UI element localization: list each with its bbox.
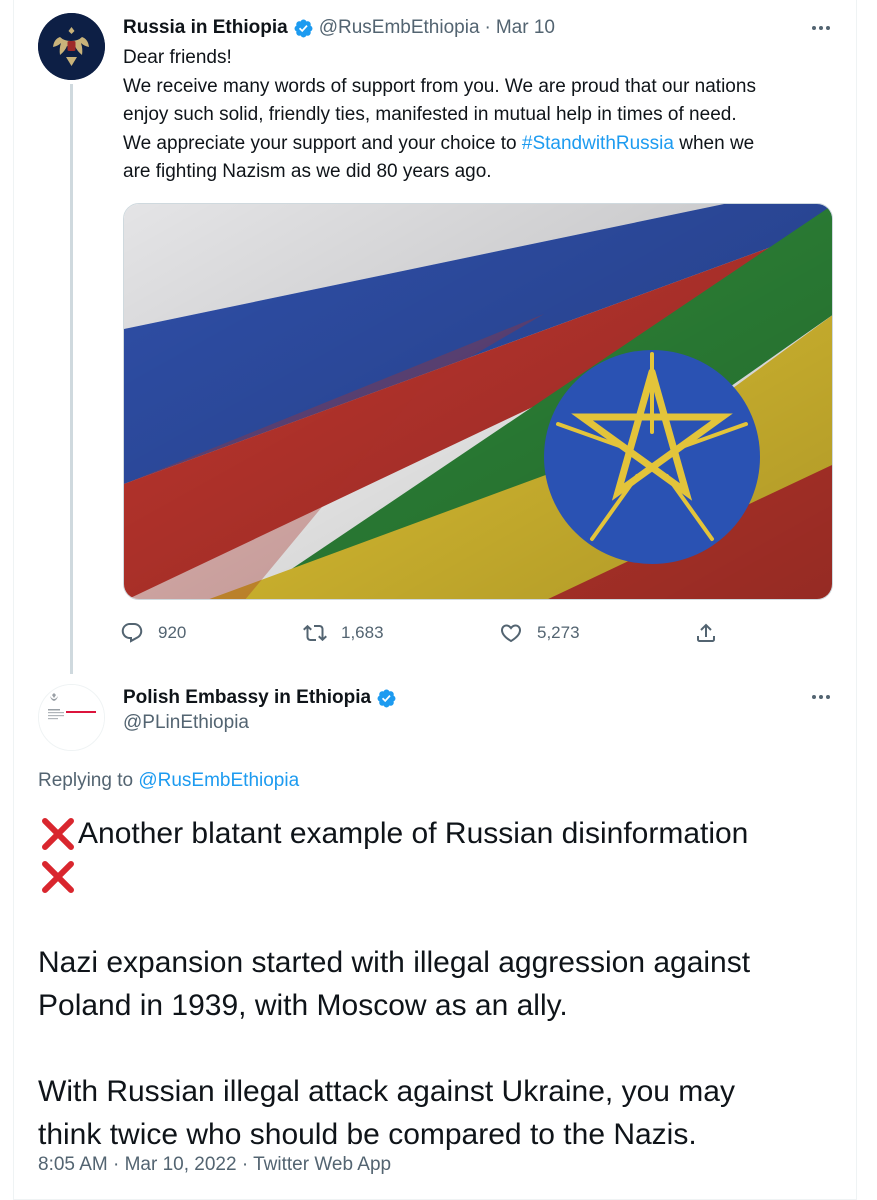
card-border-left xyxy=(13,0,14,1200)
avatar-polish-embassy[interactable] xyxy=(38,684,105,751)
tweet-text: Dear friends! We receive many words of s… xyxy=(123,44,838,187)
heart-icon xyxy=(500,624,522,643)
tweet-date[interactable]: Mar 10 xyxy=(496,17,555,39)
tweet-text-segment: We appreciate your support and your choi… xyxy=(123,132,522,154)
like-button[interactable]: 5,273 xyxy=(499,617,580,649)
author-name[interactable]: Russia in Ethiopia xyxy=(123,17,288,39)
reply-count: 920 xyxy=(158,623,187,642)
reply-text-segment: Another blatant example of Russian disin… xyxy=(78,817,749,850)
reply-text-line: Poland in 1939, with Moscow as an ally. xyxy=(38,989,568,1022)
more-options-icon[interactable] xyxy=(808,684,834,710)
reply-tweet-header: Polish Embassy in Ethiopia xyxy=(123,684,397,712)
share-button[interactable] xyxy=(694,617,718,649)
replying-to-label: Replying to xyxy=(38,770,139,791)
verified-badge-icon xyxy=(377,689,396,707)
thread-connector-line xyxy=(70,84,73,674)
reply-author-name[interactable]: Polish Embassy in Ethiopia xyxy=(123,687,371,709)
reply-text-line: Nazi expansion started with illegal aggr… xyxy=(38,946,751,979)
tweet-text-line: are fighting Nazism as we did 80 years a… xyxy=(123,161,492,182)
tweet-text-line: enjoy such solid, friendly ties, manifes… xyxy=(123,104,737,125)
like-count: 5,273 xyxy=(537,623,580,642)
more-options-icon[interactable] xyxy=(808,15,834,41)
reply-button[interactable]: 920 xyxy=(120,617,186,649)
eagle-emblem-icon xyxy=(38,13,105,80)
polish-embassy-logo-icon xyxy=(39,685,104,750)
reply-text-line: With Russian illegal attack against Ukra… xyxy=(38,1075,735,1108)
author-handle[interactable]: @RusEmbEthiopia xyxy=(319,17,480,39)
verified-badge-icon xyxy=(294,19,313,37)
reply-icon xyxy=(121,623,143,643)
reply-text-line xyxy=(38,855,838,898)
tweet-media-image[interactable] xyxy=(123,203,833,600)
reply-author-handle[interactable]: @PLinEthiopia xyxy=(123,712,249,734)
separator-dot: · xyxy=(484,17,491,38)
reply-text-line: Another blatant example of Russian disin… xyxy=(38,812,838,855)
reply-tweet-text: Another blatant example of Russian disin… xyxy=(38,812,838,1156)
card-border-right xyxy=(856,0,857,1200)
tweet-text-line: Dear friends! xyxy=(123,47,232,68)
cross-mark-icon xyxy=(42,817,74,850)
cross-mark-icon xyxy=(42,860,74,893)
tweet-header: Russia in Ethiopia @RusEmbEthiopia · Mar… xyxy=(123,14,555,42)
avatar-russia-in-ethiopia[interactable] xyxy=(38,13,105,80)
tweet-text-line: We receive many words of support from yo… xyxy=(123,75,756,97)
hashtag-link[interactable]: #StandwithRussia xyxy=(522,133,674,154)
tweet-actions-bar: 920 1,683 5,273 xyxy=(120,617,730,649)
russia-ethiopia-flags-image xyxy=(124,204,832,599)
share-icon xyxy=(697,623,715,642)
tweet-text-segment: when we xyxy=(673,132,755,154)
tweet-timestamp[interactable]: 8:05 AM · Mar 10, 2022 · Twitter Web App xyxy=(38,1154,391,1176)
tweet-text-line: We appreciate your support and your choi… xyxy=(123,130,838,159)
replying-to-line: Replying to @RusEmbEthiopia xyxy=(38,770,299,792)
retweet-icon xyxy=(303,624,327,642)
replying-to-mention[interactable]: @RusEmbEthiopia xyxy=(138,770,299,791)
retweet-button[interactable]: 1,683 xyxy=(303,617,384,649)
reply-text-line: think twice who should be compared to th… xyxy=(38,1118,697,1151)
retweet-count: 1,683 xyxy=(341,623,384,642)
